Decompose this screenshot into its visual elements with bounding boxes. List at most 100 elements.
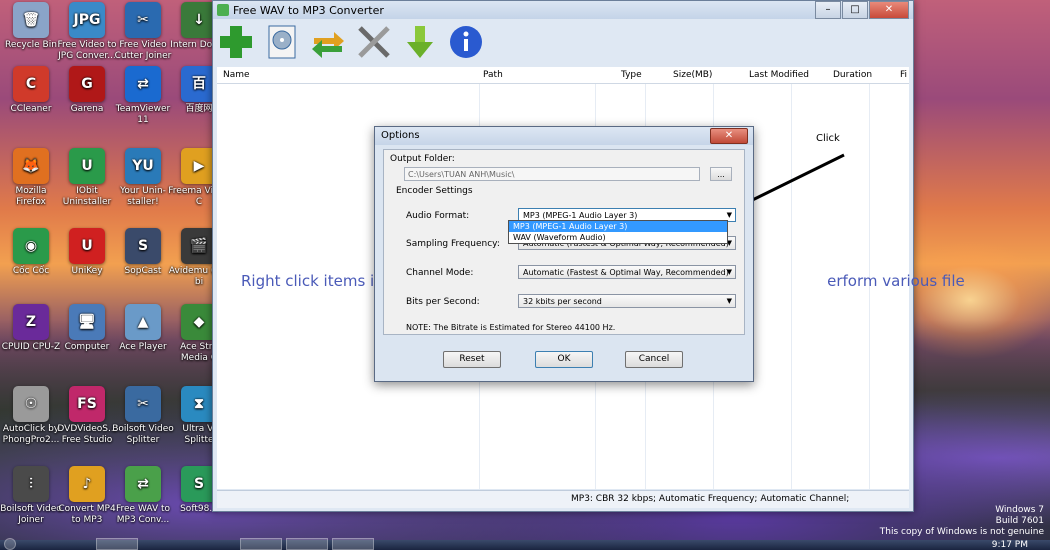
chevron-down-icon: ▼	[726, 268, 732, 276]
desktop-icon[interactable]: Z CPUID CPU-Z	[0, 304, 62, 353]
output-folder-field[interactable]: C:\Users\TUAN ANH\Music\	[404, 167, 700, 181]
column-size[interactable]: Size(MB)	[673, 70, 712, 80]
desktop-app-icon: 🖥	[69, 304, 105, 340]
clock[interactable]: 9:17 PM	[992, 540, 1028, 550]
desktop-icon[interactable]: FS DVDVideoS... Free Studio	[56, 386, 118, 446]
desktop-app-icon: ⇄	[125, 466, 161, 502]
desktop-icon[interactable]: ☉ AutoClick by PhongPro2...	[0, 386, 62, 446]
desktop-icon[interactable]: ◉ Cốc Cốc	[0, 228, 62, 277]
desktop-icon[interactable]: JPG Free Video to JPG Conver...	[56, 2, 118, 62]
bits-per-second-select[interactable]: 32 kbits per second ▼	[518, 294, 736, 308]
desktop-icon[interactable]: ✂ Free Video Cutter Joiner	[112, 2, 174, 62]
bits-per-second-value: 32 kbits per second	[523, 297, 602, 306]
windows-watermark: Windows 7 Build 7601 This copy of Window…	[880, 505, 1044, 538]
desktop-app-icon: Z	[13, 304, 49, 340]
taskbar-item[interactable]	[332, 538, 374, 550]
encoder-settings-label: Encoder Settings	[396, 186, 473, 196]
desktop-icon[interactable]: 🗑 Recycle Bin	[0, 2, 62, 51]
desktop-icon[interactable]: 🦊 Mozilla Firefox	[0, 148, 62, 208]
desktop-icon-label: Your Unin-staller!	[120, 186, 166, 207]
desktop-icon[interactable]: ⇄ Free WAV to MP3 Conv...	[112, 466, 174, 526]
about-button[interactable]	[447, 23, 485, 61]
desktop-icon-label: DVDVideoS... Free Studio	[57, 424, 117, 445]
download-arrow-icon	[407, 26, 433, 58]
channel-mode-select[interactable]: Automatic (Fastest & Optimal Way, Recomm…	[518, 265, 736, 279]
desktop-icon[interactable]: ⇄ TeamViewer 11	[112, 66, 174, 126]
desktop-icon-label: Free Video to JPG Conver...	[57, 40, 117, 61]
desktop-icon[interactable]: C CCleaner	[0, 66, 62, 115]
disc-file-icon	[268, 25, 296, 59]
download-button[interactable]	[401, 23, 439, 61]
desktop-icon-label: Mozilla Firefox	[15, 186, 47, 207]
minimize-button[interactable]: –	[815, 1, 841, 19]
desktop-app-icon: G	[69, 66, 105, 102]
desktop-icon[interactable]: U UniKey	[56, 228, 118, 277]
desktop-icon-label: SopCast	[124, 266, 162, 276]
tools-icon	[358, 26, 390, 58]
desktop-app-icon: ◉	[13, 228, 49, 264]
desktop-icon-label: CPUID CPU-Z	[1, 342, 61, 352]
desktop-app-icon: FS	[69, 386, 105, 422]
desktop-icon-label: Ace Player	[119, 342, 167, 352]
options-button[interactable]	[355, 23, 393, 61]
close-button[interactable]: ✕	[869, 1, 909, 19]
watermark-line: This copy of Windows is not genuine	[879, 527, 1044, 537]
info-icon	[450, 26, 482, 58]
chevron-down-icon: ▼	[726, 297, 732, 305]
desktop-icon-label: Boilsoft Video Joiner	[0, 504, 62, 525]
add-files-button[interactable]	[217, 23, 255, 61]
audio-format-option-wav[interactable]: WAV (Waveform Audio)	[509, 232, 727, 243]
column-more[interactable]: Fi	[900, 70, 907, 80]
desktop-app-icon: C	[13, 66, 49, 102]
desktop-icon[interactable]: 🖥 Computer	[56, 304, 118, 353]
desktop-app-icon: JPG	[69, 2, 105, 38]
desktop-icon[interactable]: ♪ Convert MP4 to MP3	[56, 466, 118, 526]
desktop-icon[interactable]: S SopCast	[112, 228, 174, 277]
bitrate-note: NOTE: The Bitrate is Estimated for Stere…	[406, 323, 616, 332]
cancel-button[interactable]: Cancel	[625, 351, 683, 368]
desktop-app-icon: ✂	[125, 386, 161, 422]
window-title-bar[interactable]: Free WAV to MP3 Converter – □ ✕	[213, 1, 913, 19]
start-button[interactable]	[4, 538, 16, 550]
desktop-icon-label: Free Video Cutter Joiner	[114, 40, 172, 61]
desktop-icon-label: Free WAV to MP3 Conv...	[116, 504, 170, 525]
desktop-icon-label: TeamViewer 11	[115, 104, 171, 125]
desktop-app-icon: ♪	[69, 466, 105, 502]
audio-format-option-mp3[interactable]: MP3 (MPEG-1 Audio Layer 3)	[509, 221, 727, 232]
desktop-icon-label: UniKey	[71, 266, 103, 276]
maximize-button[interactable]: □	[842, 1, 868, 19]
status-bar: MP3: CBR 32 kbps; Automatic Frequency; A…	[217, 490, 909, 508]
desktop-icon[interactable]: G Garena	[56, 66, 118, 115]
desktop-icon[interactable]: ✂ Boilsoft Video Splitter	[112, 386, 174, 446]
status-text: MP3: CBR 32 kbps; Automatic Frequency; A…	[571, 494, 850, 504]
column-type[interactable]: Type	[621, 70, 642, 80]
desktop-icon[interactable]: ▲ Ace Player	[112, 304, 174, 353]
output-folder-label: Output Folder:	[390, 154, 455, 164]
desktop-app-icon: YU	[125, 148, 161, 184]
column-path[interactable]: Path	[483, 70, 503, 80]
reset-button[interactable]: Reset	[443, 351, 501, 368]
annotation-click-label: Click	[816, 133, 840, 144]
desktop-app-icon: 🦊	[13, 148, 49, 184]
taskbar-item[interactable]	[286, 538, 328, 550]
ok-button[interactable]: OK	[535, 351, 593, 368]
dialog-close-button[interactable]: ✕	[710, 128, 748, 144]
column-name[interactable]: Name	[223, 70, 250, 80]
column-duration[interactable]: Duration	[833, 70, 872, 80]
desktop-icon-label: Computer	[64, 342, 110, 352]
convert-button[interactable]	[309, 23, 347, 61]
desktop-icon[interactable]: ⫶ Boilsoft Video Joiner	[0, 466, 62, 526]
taskbar-item[interactable]	[240, 538, 282, 550]
column-last-modified[interactable]: Last Modified	[749, 70, 809, 80]
plus-icon	[220, 26, 252, 58]
desktop-app-icon: U	[69, 228, 105, 264]
audio-format-label: Audio Format:	[406, 211, 470, 221]
desktop-icon[interactable]: YU Your Unin-staller!	[112, 148, 174, 208]
file-list-header: Name Path Type Size(MB) Last Modified Du…	[217, 67, 909, 84]
channel-mode-label: Channel Mode:	[406, 268, 474, 278]
taskbar-item[interactable]	[96, 538, 138, 550]
desktop-icon[interactable]: U IObit Uninstaller	[56, 148, 118, 208]
dialog-title-bar[interactable]: Options ✕	[375, 127, 753, 145]
browse-button[interactable]: ...	[710, 167, 732, 181]
add-disc-button[interactable]	[263, 23, 301, 61]
